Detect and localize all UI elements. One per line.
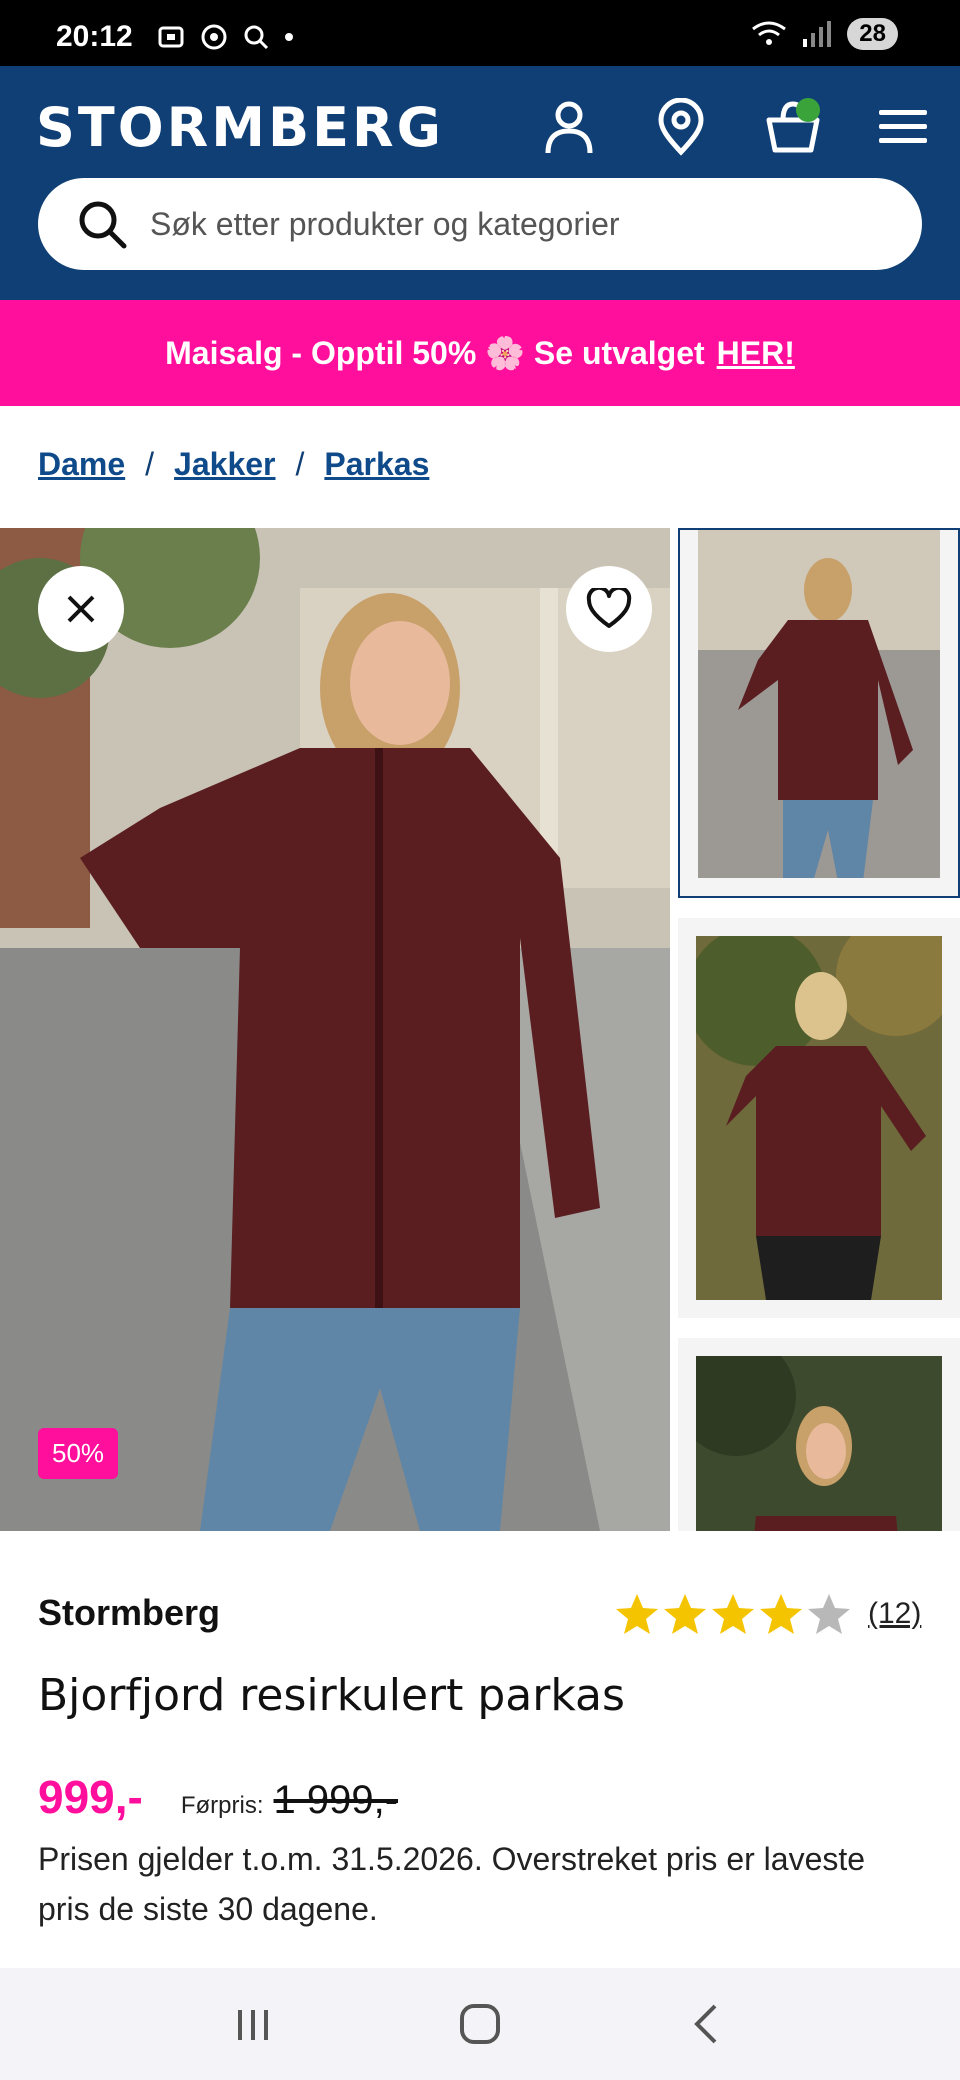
close-button[interactable]	[38, 566, 124, 652]
thumbnail-3[interactable]	[678, 1338, 960, 1531]
stormberg-logo[interactable]: STORMBERG	[36, 92, 444, 162]
close-icon	[67, 595, 95, 623]
search-bar[interactable]: Søk etter produkter og kategorier	[38, 178, 922, 270]
previous-price-label: Førpris:	[180, 1792, 264, 1819]
search-icon	[79, 201, 127, 249]
promo-banner[interactable]: Maisalg - Opptil 50% 🌸 Se utvalget HER!	[0, 300, 960, 406]
screenshot-icon	[158, 26, 184, 48]
thumbnail-photo	[696, 936, 942, 1300]
thumbnail-1[interactable]	[678, 528, 960, 898]
star-empty-icon	[808, 1594, 850, 1634]
product-rating[interactable]: (12)	[614, 1592, 921, 1636]
search-input[interactable]: Søk etter produkter og kategorier	[150, 206, 620, 243]
store-locator-button[interactable]	[646, 92, 716, 162]
breadcrumb-link-jakker[interactable]: Jakker	[174, 446, 275, 483]
hamburger-menu-icon	[879, 110, 927, 143]
thumbnail-photo	[696, 1356, 942, 1531]
promo-link[interactable]: HER!	[717, 335, 795, 372]
location-pin-icon	[658, 98, 704, 156]
status-icons	[156, 22, 294, 52]
breadcrumb-link-dame[interactable]: Dame	[38, 446, 125, 483]
heart-icon	[586, 588, 632, 628]
site-header: STORMBERG Søk etter produkter og kategor…	[0, 66, 960, 300]
breadcrumb-separator: /	[145, 446, 155, 482]
wifi-icon	[752, 21, 787, 45]
home-icon[interactable]	[458, 2002, 502, 2046]
product-title: Bjorfjord resirkulert parkas	[38, 1670, 625, 1721]
price-note: Prisen gjelder t.o.m. 31.5.2026. Overstr…	[38, 1841, 866, 1927]
breadcrumb-link-parkas[interactable]: Parkas	[324, 446, 429, 483]
price-row: 999,- Førpris: 1 999,-	[38, 1770, 398, 1824]
thumbnail-photo	[698, 530, 940, 878]
star-icon	[760, 1594, 802, 1634]
current-price: 999,-	[38, 1771, 143, 1823]
star-icon	[616, 1594, 658, 1634]
previous-price: 1 999,-	[273, 1778, 399, 1822]
favorite-button[interactable]	[566, 566, 652, 652]
star-icon	[664, 1594, 706, 1634]
user-icon	[545, 101, 593, 154]
breadcrumb: Dame / Jakker / Parkas	[38, 446, 429, 483]
account-button[interactable]	[534, 92, 604, 162]
chrome-icon	[201, 24, 227, 50]
breadcrumb-separator: /	[295, 446, 305, 482]
dot-icon	[285, 33, 293, 41]
signal-icon	[803, 21, 832, 47]
menu-button[interactable]	[868, 92, 938, 162]
recent-apps-icon[interactable]	[233, 2004, 273, 2044]
promo-text: Maisalg - Opptil 50% 🌸 Se utvalget	[165, 335, 705, 371]
thumbnail-list	[678, 528, 960, 1531]
thumbnail-2[interactable]	[678, 918, 960, 1318]
main-product-image[interactable]: 50%	[0, 528, 670, 1531]
battery-indicator: 28	[847, 18, 898, 50]
cart-button[interactable]	[758, 92, 828, 162]
back-icon[interactable]	[687, 2002, 727, 2046]
search-status-icon	[244, 25, 269, 50]
star-icon	[712, 1594, 754, 1634]
product-photo-illustration	[0, 528, 670, 1531]
status-bar: 20:12 28	[0, 0, 960, 66]
cart-indicator-dot	[796, 98, 820, 122]
status-time: 20:12	[56, 20, 133, 53]
system-nav-bar	[0, 1968, 960, 2080]
discount-badge: 50%	[38, 1428, 119, 1479]
product-brand[interactable]: Stormberg	[38, 1592, 220, 1634]
review-count-link[interactable]: (12)	[868, 1597, 921, 1631]
